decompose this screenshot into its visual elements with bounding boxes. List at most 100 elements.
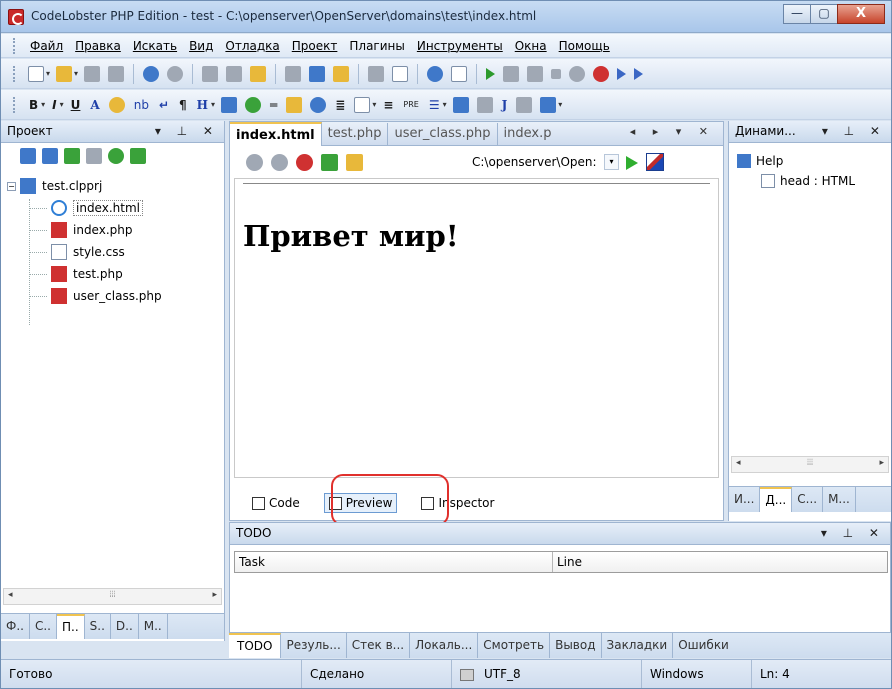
maximize-button[interactable]: ▢ [810, 4, 838, 24]
debug-settings-icon[interactable] [593, 65, 610, 82]
paragraph-button[interactable]: ¶ [179, 98, 187, 112]
help-tree-root[interactable]: Help [737, 151, 855, 171]
right-tab-d[interactable]: Д... [760, 487, 793, 512]
list-format-icon[interactable]: ≡ [383, 98, 393, 112]
scroll-thumb[interactable]: ⦙⦙⦙ [22, 590, 203, 602]
output-tab-call-stack[interactable]: Стек в... [347, 633, 411, 658]
horizontal-rule-icon[interactable]: ═ [270, 98, 277, 112]
project-add-icon[interactable] [42, 148, 58, 164]
list-dropdown-icon[interactable]: ▾ [443, 100, 447, 109]
find-in-files-icon[interactable] [333, 65, 350, 82]
right-tab-i[interactable]: И... [729, 487, 761, 512]
css-icon[interactable] [476, 96, 493, 113]
menu-grip[interactable] [13, 37, 16, 54]
forward-icon[interactable] [617, 67, 627, 80]
form-dropdown-icon[interactable]: ▾ [558, 100, 562, 109]
right-panel-controls[interactable]: ▾ ⊥ ✕ [822, 121, 886, 142]
cut-icon[interactable] [202, 65, 219, 82]
browser-select-icon[interactable] [646, 153, 664, 171]
div-dropdown-icon[interactable]: ▾ [372, 100, 376, 109]
right-panel-header[interactable]: Динами... ▾ ⊥ ✕ [729, 121, 891, 143]
todo-column-task[interactable]: Task [235, 552, 553, 572]
scroll-right-icon[interactable]: ▸ [212, 590, 217, 600]
menu-help[interactable]: Помощь [553, 39, 616, 53]
new-file-icon[interactable] [28, 65, 44, 82]
right-horizontal-scrollbar[interactable]: ◂ ⦙⦙⦙ ▸ [731, 456, 889, 473]
project-panel-header[interactable]: Проект ▾ ⊥ ✕ [1, 121, 224, 143]
left-tab-project[interactable]: П.. [56, 614, 85, 639]
stop-debug-icon[interactable] [551, 68, 562, 79]
close-button[interactable]: X [837, 4, 885, 24]
comment-icon[interactable] [286, 96, 303, 113]
output-tab-watch[interactable]: Смотреть [478, 633, 551, 658]
document-icon[interactable] [392, 65, 409, 82]
doc-tab-test-php[interactable]: test.php [322, 122, 389, 145]
doc-tab-navigation[interactable]: ◂ ▸ ▾ ✕ [630, 125, 715, 138]
doc-tab-user-class-php[interactable]: user_class.php [388, 122, 498, 145]
italic-dropdown-icon[interactable]: ▾ [60, 100, 64, 109]
heading-dropdown-icon[interactable]: ▾ [211, 100, 215, 109]
scroll-thumb[interactable]: ⦙⦙⦙ [750, 458, 870, 470]
table-icon[interactable] [452, 96, 469, 113]
nbsp-button[interactable]: nb [134, 98, 149, 112]
marquee-icon[interactable] [310, 96, 327, 113]
copy-icon[interactable] [226, 65, 243, 82]
form-icon[interactable] [516, 96, 533, 113]
todo-panel-header[interactable]: TODO ▾ ⊥ ✕ [230, 523, 890, 545]
doc-tab-index-html[interactable]: index.html [230, 121, 322, 146]
div-icon[interactable] [354, 96, 371, 113]
menu-plugins[interactable]: Плагины [343, 39, 410, 53]
collapse-icon[interactable]: − [7, 181, 16, 191]
link-icon[interactable] [245, 96, 262, 113]
smiley-icon[interactable] [108, 96, 125, 113]
go-icon[interactable] [626, 156, 638, 170]
bold-dropdown-icon[interactable]: ▾ [41, 100, 45, 109]
open-folder-icon[interactable] [56, 65, 73, 82]
find-icon[interactable] [285, 65, 302, 82]
line-break-icon[interactable]: ↵ [159, 98, 169, 112]
minimize-button[interactable]: — [783, 4, 811, 24]
refresh-icon[interactable] [321, 153, 338, 171]
image-icon[interactable] [221, 96, 238, 113]
project-properties-icon[interactable] [86, 148, 102, 164]
align-icon[interactable]: ≣ [335, 98, 345, 112]
tree-item-file[interactable]: test.php [7, 263, 223, 285]
bold-button[interactable]: B [29, 98, 38, 112]
underline-button[interactable]: U [71, 98, 81, 112]
replace-icon[interactable] [309, 65, 326, 82]
menu-debug[interactable]: Отладка [219, 39, 285, 53]
help-tree-item[interactable]: head : HTML [737, 171, 855, 191]
output-tab-bookmarks[interactable]: Закладки [602, 633, 674, 658]
project-new-icon[interactable] [20, 148, 36, 164]
left-tab-m[interactable]: М.. [139, 614, 168, 639]
menu-search[interactable]: Искать [127, 39, 183, 53]
url-dropdown-icon[interactable]: ▾ [604, 154, 619, 170]
doc-tab-index-php[interactable]: index.p [498, 123, 558, 145]
project-panel-controls[interactable]: ▾ ⊥ ✕ [155, 121, 219, 142]
right-tab-s[interactable]: С... [792, 487, 824, 512]
forward-icon[interactable] [271, 153, 288, 171]
layout-icon[interactable] [368, 65, 385, 82]
menu-edit[interactable]: Правка [69, 39, 127, 53]
undo-icon[interactable] [143, 65, 160, 82]
tree-item-file[interactable]: style.css [7, 241, 223, 263]
step-over-icon[interactable] [527, 65, 544, 82]
font-color-button[interactable]: A [90, 98, 99, 112]
pre-button[interactable]: PRE [403, 100, 418, 109]
view-tab-code[interactable]: Code [248, 494, 304, 512]
toolbar-grip[interactable] [13, 65, 16, 82]
javascript-button[interactable]: J [502, 98, 508, 112]
breakpoint-icon[interactable] [569, 65, 586, 82]
title-bar[interactable]: CodeLobster PHP Edition - test - C:\open… [1, 1, 891, 33]
project-horizontal-scrollbar[interactable]: ◂ ⦙⦙⦙ ▸ [3, 588, 222, 605]
scroll-left-icon[interactable]: ◂ [736, 458, 741, 468]
left-tab-s[interactable]: S.. [85, 614, 111, 639]
output-tab-locals[interactable]: Локаль... [410, 633, 479, 658]
project-upload-icon[interactable] [108, 148, 124, 164]
open-dropdown-icon[interactable]: ▾ [74, 69, 78, 78]
home-icon[interactable] [346, 153, 363, 171]
save-all-icon[interactable] [108, 65, 125, 82]
preview-pane[interactable]: Привет мир! [234, 178, 719, 478]
menu-view[interactable]: Вид [183, 39, 219, 53]
list-icon[interactable]: ☰ [429, 98, 440, 112]
